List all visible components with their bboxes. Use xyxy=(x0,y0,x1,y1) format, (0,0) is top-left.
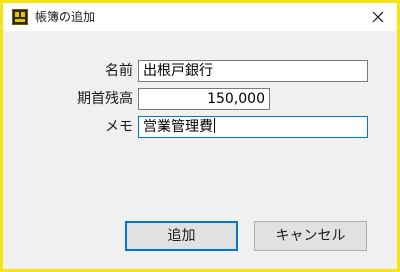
text-caret xyxy=(214,118,215,133)
memo-value: 営業管理費 xyxy=(143,119,213,135)
name-label: 名前 xyxy=(105,63,133,79)
dialog-title: 帳簿の追加 xyxy=(35,10,96,24)
opening-balance-field[interactable]: 150,000 xyxy=(138,88,270,110)
add-button[interactable]: 追加 xyxy=(125,221,238,251)
cancel-button[interactable]: キャンセル xyxy=(254,221,367,251)
add-ledger-dialog: 帳簿の追加 名前 出根戸銀行 期首残高 150,000 メモ 営業管理費 追加 … xyxy=(3,3,397,269)
title-bar[interactable]: 帳簿の追加 xyxy=(3,3,397,31)
ledger-app-icon xyxy=(12,9,28,25)
opening-balance-value: 150,000 xyxy=(207,91,265,107)
name-value: 出根戸銀行 xyxy=(143,63,213,79)
close-icon xyxy=(372,11,384,23)
memo-label: メモ xyxy=(105,119,133,135)
opening-balance-label: 期首残高 xyxy=(77,91,133,107)
memo-field[interactable]: 営業管理費 xyxy=(138,116,368,138)
name-field[interactable]: 出根戸銀行 xyxy=(138,60,368,82)
close-button[interactable] xyxy=(363,5,393,29)
